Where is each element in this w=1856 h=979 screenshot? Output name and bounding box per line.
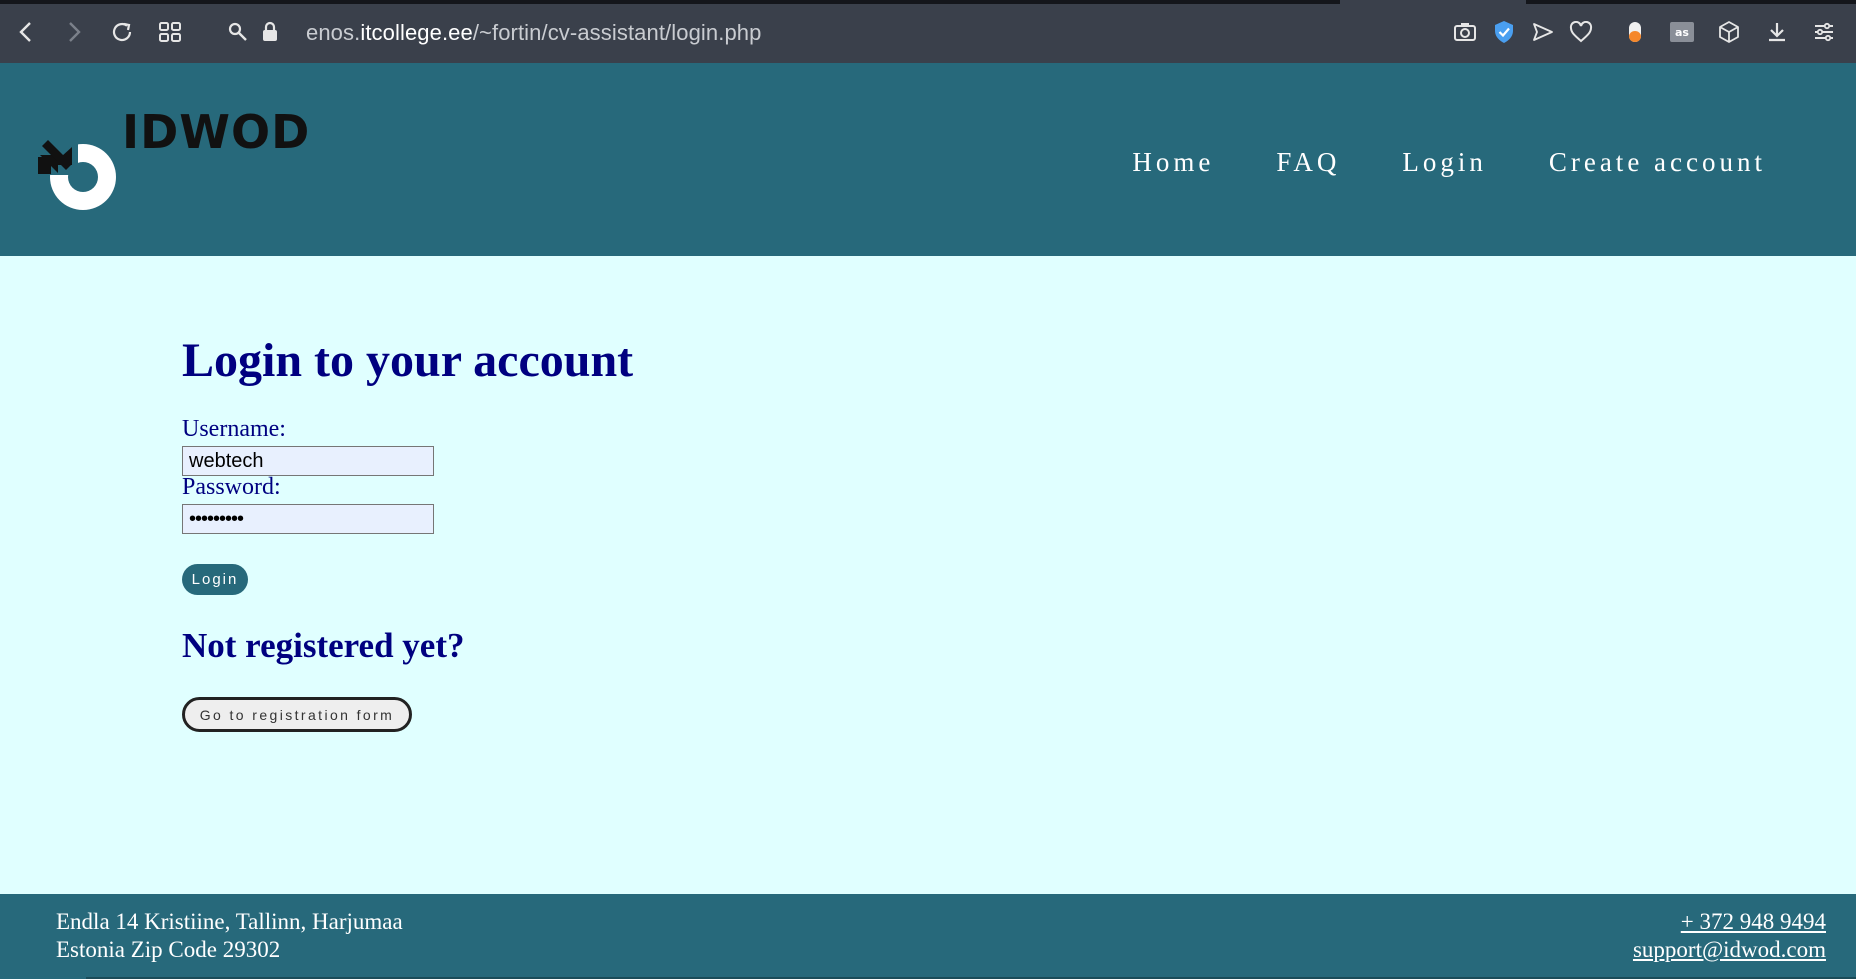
back-icon[interactable] bbox=[12, 18, 40, 46]
download-icon[interactable] bbox=[1764, 19, 1790, 45]
password-input[interactable]: ••••••••• bbox=[182, 504, 434, 534]
logo-mark-icon bbox=[38, 135, 116, 210]
footer-address: Endla 14 Kristiine, Tallinn, Harjumaa Es… bbox=[56, 908, 403, 964]
username-label: Username: bbox=[182, 416, 286, 442]
phone-link[interactable]: + 372 948 9494 bbox=[1633, 908, 1826, 936]
site-footer: Endla 14 Kristiine, Tallinn, Harjumaa Es… bbox=[0, 894, 1856, 979]
password-label: Password: bbox=[182, 474, 281, 500]
nav-create-account[interactable]: Create account bbox=[1549, 147, 1766, 178]
address-line-2: Estonia Zip Code 29302 bbox=[56, 937, 281, 962]
main-nav: Home FAQ Login Create account bbox=[1070, 147, 1766, 178]
speed-dial-icon[interactable] bbox=[156, 18, 184, 46]
send-icon[interactable] bbox=[1530, 19, 1556, 45]
shield-icon[interactable] bbox=[1491, 19, 1517, 45]
address-line-1: Endla 14 Kristiine, Tallinn, Harjumaa bbox=[56, 909, 403, 934]
login-button[interactable]: Login bbox=[182, 564, 248, 595]
forward-icon[interactable] bbox=[60, 18, 88, 46]
lock-icon bbox=[256, 18, 284, 46]
menu-settings-icon[interactable] bbox=[1811, 19, 1837, 45]
logo-text: IDWOD bbox=[122, 105, 311, 159]
site-header: IDWOD Home FAQ Login Create account bbox=[0, 63, 1856, 256]
tab-strip-edge-right bbox=[1526, 0, 1856, 4]
go-to-registration-button[interactable]: Go to registration form bbox=[182, 697, 412, 732]
svg-text:as: as bbox=[1675, 26, 1689, 39]
email-link[interactable]: support@idwod.com bbox=[1633, 936, 1826, 964]
cube-icon[interactable] bbox=[1716, 19, 1742, 45]
heart-icon[interactable] bbox=[1568, 19, 1594, 45]
extension-pill-icon[interactable] bbox=[1622, 19, 1648, 45]
reload-icon[interactable] bbox=[108, 18, 136, 46]
browser-toolbar: enos.itcollege.ee/~fortin/cv-assistant/l… bbox=[0, 0, 1856, 63]
footer-contact: + 372 948 9494 support@idwod.com bbox=[1633, 908, 1826, 964]
nav-home[interactable]: Home bbox=[1132, 147, 1214, 178]
lastfm-icon[interactable]: as bbox=[1669, 19, 1695, 45]
username-input[interactable]: webtech bbox=[182, 446, 434, 476]
camera-icon[interactable] bbox=[1452, 19, 1478, 45]
nav-login[interactable]: Login bbox=[1402, 147, 1487, 178]
tab-strip-edge bbox=[0, 0, 1340, 4]
address-bar[interactable]: enos.itcollege.ee/~fortin/cv-assistant/l… bbox=[306, 20, 761, 46]
page-title: Login to your account bbox=[182, 334, 634, 387]
site-settings-icon[interactable] bbox=[224, 18, 252, 46]
site-logo[interactable]: IDWOD bbox=[38, 105, 318, 225]
register-heading: Not registered yet? bbox=[182, 626, 465, 665]
nav-faq[interactable]: FAQ bbox=[1276, 147, 1340, 178]
